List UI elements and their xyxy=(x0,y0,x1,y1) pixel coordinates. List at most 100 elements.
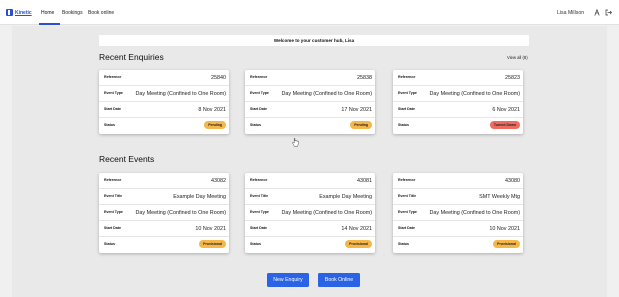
card-row-status: Status Provisional xyxy=(393,237,523,253)
card-row-event-type: Event Type Day Meeting (Confined to One … xyxy=(393,205,523,221)
start-date-value: 10 Nov 2021 xyxy=(195,226,226,232)
card-row-start-date: Start Date 10 Nov 2021 xyxy=(99,221,229,237)
field-label: Status xyxy=(250,123,261,127)
nav-item-book-online[interactable]: Book online xyxy=(88,10,114,16)
field-label: Event Title xyxy=(104,194,123,198)
event-type-value: Day Meeting (Confined to One Room) xyxy=(429,210,521,216)
kinetic-logo[interactable]: Kinetic xyxy=(6,9,32,16)
reference-value: 43080 xyxy=(505,178,520,184)
event-type-value: Day Meeting (Confined to One Room) xyxy=(281,210,373,216)
field-label: Status xyxy=(104,242,115,246)
recent-enquiries-title: Recent Enquiries xyxy=(99,52,164,62)
field-label: Start Date xyxy=(250,226,267,230)
field-label: Status xyxy=(398,242,409,246)
card-row-status: Status Pending xyxy=(99,118,229,134)
view-all-link[interactable]: View all (8) xyxy=(507,55,528,60)
field-label: Event Title xyxy=(250,194,269,198)
logout-icon[interactable] xyxy=(605,9,612,16)
field-label: Start Date xyxy=(250,107,267,111)
status-badge: Turned Down xyxy=(489,121,520,129)
start-date-value: 17 Nov 2021 xyxy=(341,107,372,113)
card-row-reference: Reference 25838 xyxy=(245,70,375,86)
kinetic-logo-icon xyxy=(6,9,13,16)
start-date-value: 6 Nov 2021 xyxy=(492,107,520,113)
event-type-value: Day Meeting (Confined to One Room) xyxy=(135,210,227,216)
status-badge: Provisional xyxy=(345,240,372,248)
card-row-event-title: Event Title Example Day Meeting xyxy=(99,189,229,205)
field-label: Reference xyxy=(398,75,416,79)
field-label: Status xyxy=(104,123,115,127)
card-row-reference: Reference 25823 xyxy=(393,70,523,86)
status-badge: Pending xyxy=(204,121,226,129)
enquiry-card[interactable]: Reference 25823 Event Type Day Meeting (… xyxy=(393,70,523,134)
recent-events-title: Recent Events xyxy=(99,154,155,164)
field-label: Event Type xyxy=(104,91,123,95)
field-label: Reference xyxy=(250,178,268,182)
field-label: Status xyxy=(250,242,261,246)
card-row-event-type: Event Type Day Meeting (Confined to One … xyxy=(393,86,523,102)
field-label: Event Type xyxy=(104,210,123,214)
book-online-button[interactable]: Book Online xyxy=(318,273,360,287)
user-name[interactable]: Lisa Millson xyxy=(557,10,584,16)
event-card[interactable]: Reference 43081 Event Title Example Day … xyxy=(245,173,375,253)
field-label: Start Date xyxy=(104,107,121,111)
card-row-status: Status Turned Down xyxy=(393,118,523,134)
card-row-start-date: Start Date 14 Nov 2021 xyxy=(245,221,375,237)
card-row-event-title: Event Title SMT Weekly Mtg xyxy=(393,189,523,205)
field-label: Event Type xyxy=(398,210,417,214)
new-enquiry-button[interactable]: New Enquiry xyxy=(267,273,309,287)
logo-text: Kinetic xyxy=(15,9,32,16)
start-date-value: 14 Nov 2021 xyxy=(341,226,372,232)
card-row-event-title: Event Title Example Day Meeting xyxy=(245,189,375,205)
field-label: Event Title xyxy=(398,194,417,198)
field-label: Status xyxy=(398,123,409,127)
field-label: Reference xyxy=(104,75,122,79)
event-card[interactable]: Reference 43082 Event Title Example Day … xyxy=(99,173,229,253)
nav-item-home[interactable]: Home xyxy=(41,10,54,16)
card-row-event-type: Event Type Day Meeting (Confined to One … xyxy=(245,205,375,221)
reference-value: 43082 xyxy=(211,178,226,184)
field-label: Reference xyxy=(250,75,268,79)
active-nav-indicator xyxy=(39,23,60,25)
reference-value: 25840 xyxy=(211,75,226,81)
start-date-value: 8 Nov 2021 xyxy=(198,107,226,113)
top-navigation-bar: Kinetic Home Bookings Book online Lisa M… xyxy=(0,0,619,25)
event-title-value: Example Day Meeting xyxy=(319,194,372,200)
event-type-value: Day Meeting (Confined to One Room) xyxy=(135,91,227,97)
reference-value: 25823 xyxy=(505,75,520,81)
card-row-start-date: Start Date 8 Nov 2021 xyxy=(99,102,229,118)
field-label: Event Type xyxy=(250,210,269,214)
card-row-start-date: Start Date 6 Nov 2021 xyxy=(393,102,523,118)
card-row-status: Status Pending xyxy=(245,118,375,134)
field-label: Start Date xyxy=(398,107,415,111)
nav-item-bookings[interactable]: Bookings xyxy=(62,10,83,16)
card-row-start-date: Start Date 17 Nov 2021 xyxy=(245,102,375,118)
field-label: Start Date xyxy=(104,226,121,230)
field-label: Event Type xyxy=(250,91,269,95)
card-row-start-date: Start Date 10 Nov 2021 xyxy=(393,221,523,237)
field-label: Start Date xyxy=(398,226,415,230)
status-badge: Provisional xyxy=(199,240,226,248)
card-row-event-type: Event Type Day Meeting (Confined to One … xyxy=(99,205,229,221)
enquiry-card[interactable]: Reference 25840 Event Type Day Meeting (… xyxy=(99,70,229,134)
card-row-event-type: Event Type Day Meeting (Confined to One … xyxy=(245,86,375,102)
field-label: Reference xyxy=(104,178,122,182)
enquiry-card[interactable]: Reference 25838 Event Type Day Meeting (… xyxy=(245,70,375,134)
event-type-value: Day Meeting (Confined to One Room) xyxy=(281,91,373,97)
person-icon[interactable] xyxy=(594,9,600,16)
event-card[interactable]: Reference 43080 Event Title SMT Weekly M… xyxy=(393,173,523,253)
field-label: Reference xyxy=(398,178,416,182)
field-label: Event Type xyxy=(398,91,417,95)
start-date-value: 10 Nov 2021 xyxy=(489,226,520,232)
hand-pointer-icon xyxy=(292,138,299,147)
card-row-reference: Reference 43082 xyxy=(99,173,229,189)
card-row-reference: Reference 43080 xyxy=(393,173,523,189)
card-row-status: Status Provisional xyxy=(245,237,375,253)
card-row-reference: Reference 43081 xyxy=(245,173,375,189)
event-type-value: Day Meeting (Confined to One Room) xyxy=(429,91,521,97)
event-title-value: SMT Weekly Mtg xyxy=(479,194,520,200)
status-badge: Pending xyxy=(350,121,372,129)
event-title-value: Example Day Meeting xyxy=(173,194,226,200)
reference-value: 43081 xyxy=(357,178,372,184)
welcome-banner: Welcome to your customer hub, Lisa xyxy=(99,35,529,46)
